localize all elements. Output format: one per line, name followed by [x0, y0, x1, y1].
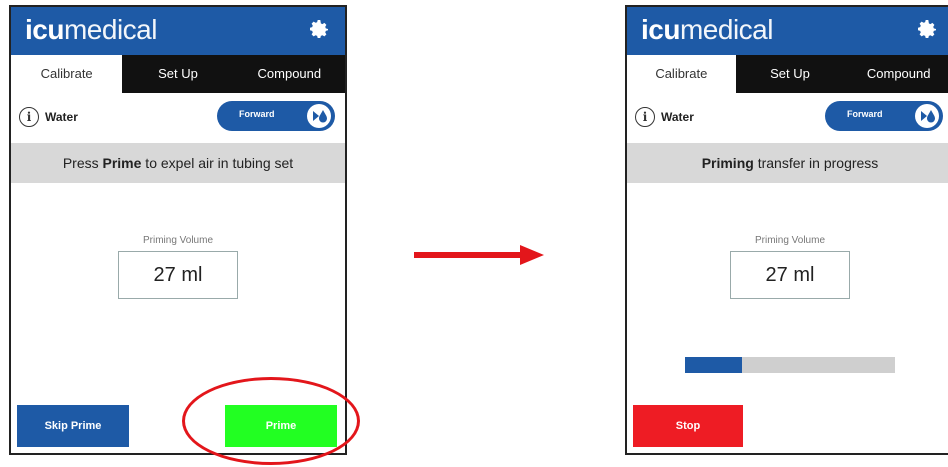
direction-label: Forward — [239, 109, 275, 119]
highlight-oval — [182, 377, 360, 465]
tab-compound[interactable]: Compound — [844, 55, 948, 93]
fluid-name: Water — [661, 110, 694, 124]
icu-medical-logo: icumedical — [641, 14, 773, 45]
info-icon[interactable]: i — [19, 107, 39, 127]
tab-setup[interactable]: Set Up — [122, 55, 233, 93]
direction-toggle[interactable]: Forward — [825, 101, 943, 131]
instruction-banner: Press Prime to expel air in tubing set — [11, 143, 345, 183]
app-header: icumedical — [627, 7, 948, 55]
fluid-row: i Water Forward — [627, 93, 948, 143]
skip-prime-button[interactable]: Skip Prime — [17, 405, 129, 447]
flow-direction-icon — [921, 110, 935, 123]
progress-fill — [685, 357, 742, 373]
direction-toggle[interactable]: Forward — [217, 101, 335, 131]
tab-setup[interactable]: Set Up — [736, 55, 845, 93]
priming-volume-value: 27 ml — [730, 251, 850, 299]
arrow-right-icon — [414, 245, 544, 265]
flow-direction-icon — [313, 110, 327, 123]
icu-medical-logo: icumedical — [25, 14, 157, 45]
gear-icon[interactable] — [307, 17, 331, 41]
tab-bar: Calibrate Set Up Compound — [11, 55, 345, 93]
tab-calibrate[interactable]: Calibrate — [11, 55, 123, 93]
stop-button[interactable]: Stop — [633, 405, 743, 447]
priming-volume-label: Priming Volume — [142, 235, 214, 246]
direction-label: Forward — [847, 109, 883, 119]
priming-progress-bar — [685, 357, 895, 373]
status-banner: Priming transfer in progress — [627, 143, 948, 183]
tab-bar: Calibrate Set Up Compound — [627, 55, 948, 93]
gear-icon[interactable] — [915, 17, 939, 41]
tab-compound[interactable]: Compound — [234, 55, 345, 93]
priming-volume-value[interactable]: 27 ml — [118, 251, 238, 299]
info-icon[interactable]: i — [635, 107, 655, 127]
fluid-row: i Water Forward — [11, 93, 345, 143]
priming-volume-label: Priming Volume — [754, 235, 826, 246]
app-header: icumedical — [11, 7, 345, 55]
tab-calibrate[interactable]: Calibrate — [627, 55, 736, 93]
prime-screen-in-progress: icumedical Calibrate Set Up Compound i W… — [625, 5, 948, 455]
toggle-knob — [915, 104, 939, 128]
fluid-name: Water — [45, 110, 78, 124]
toggle-knob — [307, 104, 331, 128]
